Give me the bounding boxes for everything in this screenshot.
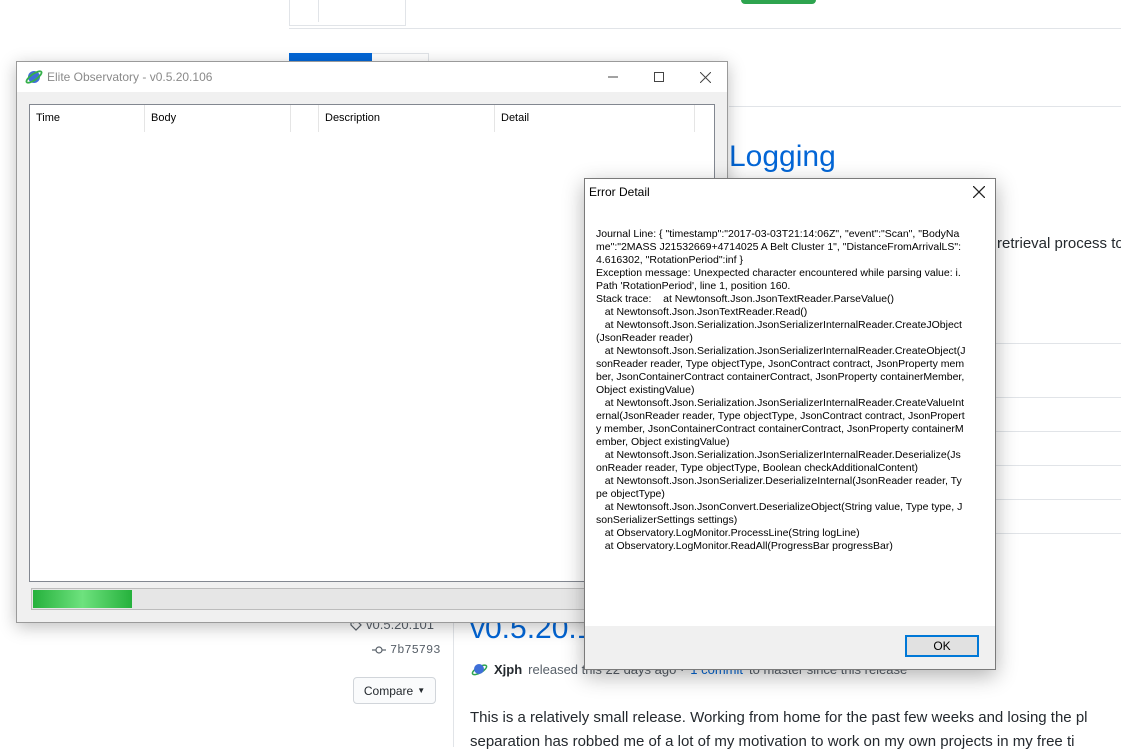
release-heading[interactable]: Logging	[729, 140, 836, 174]
dialog-title: Error Detail	[589, 185, 650, 199]
divider	[996, 499, 1121, 500]
close-icon	[699, 71, 711, 83]
column-header-blank[interactable]	[291, 105, 319, 132]
divider	[289, 28, 1121, 29]
divider	[996, 431, 1121, 432]
compare-button-label: Compare	[363, 683, 414, 698]
divider	[996, 343, 1121, 344]
minimize-button[interactable]	[590, 62, 636, 92]
divider	[729, 106, 1121, 107]
dialog-close-button[interactable]	[963, 179, 995, 205]
background-box	[289, 0, 406, 26]
release-description-line: separation has robbed me of a lot of my …	[470, 733, 1075, 750]
divider	[996, 465, 1121, 466]
compare-button[interactable]: Compare ▼	[353, 677, 436, 704]
divider	[996, 397, 1121, 398]
maximize-button[interactable]	[636, 62, 682, 92]
column-header-description[interactable]: Description	[319, 105, 495, 132]
release-commit[interactable]: 7b75793	[372, 643, 440, 657]
column-header-time[interactable]: Time	[30, 105, 145, 132]
grid-header: Time Body Description Detail	[30, 105, 714, 132]
column-header-detail[interactable]: Detail	[495, 105, 695, 132]
background-green-button[interactable]	[741, 0, 816, 4]
avatar	[471, 664, 488, 676]
ok-button[interactable]: OK	[905, 635, 979, 657]
caret-down-icon: ▼	[417, 686, 426, 695]
app-titlebar[interactable]: Elite Observatory - v0.5.20.106	[17, 62, 727, 92]
error-detail-text: Journal Line: { "timestamp":"2017-03-03T…	[596, 228, 966, 552]
maximize-icon	[654, 72, 664, 82]
release-description-line: This is a relatively small release. Work…	[470, 709, 1088, 726]
divider	[453, 610, 454, 747]
release-text-fragment: retrieval process to	[997, 235, 1121, 252]
progress-bar	[31, 588, 586, 610]
close-icon	[973, 186, 985, 198]
commit-icon	[372, 646, 386, 654]
error-dialog: Error Detail Journal Line: { "timestamp"…	[584, 178, 996, 670]
progress-bar-fill	[33, 590, 132, 608]
observatory-logo-icon	[25, 70, 43, 84]
release-author[interactable]: Xjph	[494, 662, 522, 677]
background-tab-active[interactable]	[289, 53, 372, 61]
column-header-body[interactable]: Body	[145, 105, 291, 132]
app-title: Elite Observatory - v0.5.20.106	[47, 70, 213, 84]
minimize-icon	[608, 76, 618, 78]
divider	[996, 533, 1121, 534]
release-commit-label: 7b75793	[390, 643, 441, 657]
close-button[interactable]	[682, 62, 728, 92]
dialog-footer: OK	[585, 626, 995, 669]
